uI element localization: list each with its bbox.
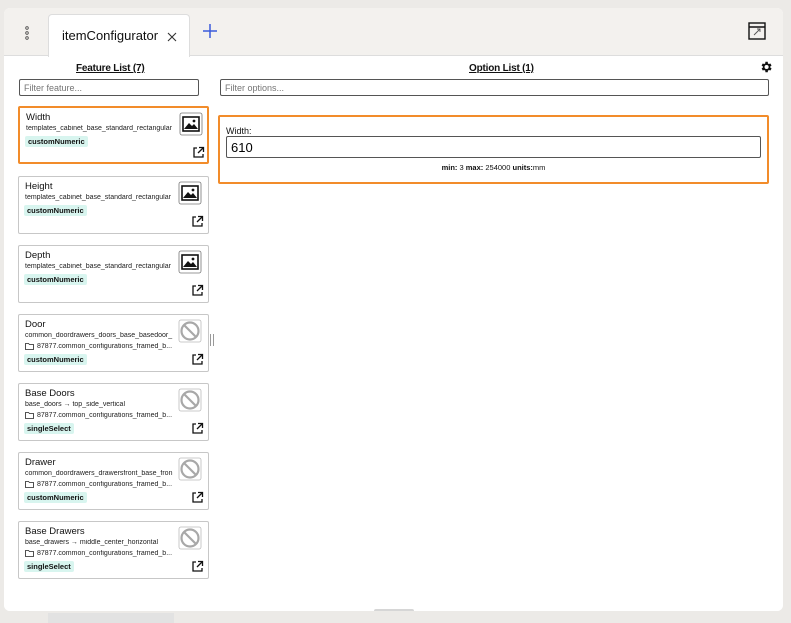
feature-card-base-doors[interactable]: Base Doors base_doors → top_side_vertica… [18,383,209,441]
panel-resize-handle[interactable] [210,334,214,346]
no-image-icon [178,526,202,550]
menu-button[interactable] [10,14,44,52]
image-icon [179,112,203,136]
tab-bar: itemConfigurator [4,8,783,62]
feature-path: common_doordrawers_drawersfront_base_fro… [25,470,173,477]
folder-icon [25,481,34,488]
app-window: itemConfigurator Feature List (7) Option… [4,8,783,611]
max-value: 254000 [485,163,511,172]
type-badge: singleSelect [24,561,74,572]
feature-source: 87877.common_configurations_framed_b... [25,343,175,350]
feature-name: Door [25,319,46,330]
no-image-icon [178,388,202,412]
type-badge: customNumeric [24,354,87,365]
add-tab-icon[interactable] [202,23,218,39]
open-external-icon[interactable] [191,560,204,573]
type-badge: singleSelect [24,423,74,434]
feature-card-door[interactable]: Door common_doordrawers_doors_base_based… [18,314,209,372]
feature-source: 87877.common_configurations_framed_b... [25,412,175,419]
option-constraints: min: 3 max: 254000 units:mm [220,163,767,172]
feature-source: 87877.common_configurations_framed_b... [25,550,175,557]
feature-path: templates_cabinet_base_standard_rectangu… [26,125,172,132]
max-label: max: [465,163,484,172]
window-layout-icon[interactable] [748,22,766,40]
width-value-input[interactable] [226,136,761,158]
units-label: units: [512,163,533,172]
folder-icon [25,412,34,419]
feature-source-path: 87877.common_configurations_framed_b... [37,412,173,419]
feature-source-path: 87877.common_configurations_framed_b... [37,550,173,557]
feature-name: Height [25,181,53,192]
open-external-icon[interactable] [191,491,204,504]
image-icon [178,181,202,205]
type-badge: customNumeric [25,136,88,147]
feature-source: 87877.common_configurations_framed_b... [25,481,175,488]
option-card-width: Width: min: 3 max: 254000 units:mm [218,115,769,184]
open-external-icon[interactable] [191,284,204,297]
feature-path: base_doors → top_side_vertical [25,401,126,408]
feature-name: Base Doors [25,388,75,399]
bottom-tab-segment [48,613,174,623]
feature-card-depth[interactable]: Depth templates_cabinet_base_standard_re… [18,245,209,303]
option-label: Width: [226,126,252,136]
min-label: min: [441,163,458,172]
feature-path: templates_cabinet_base_standard_rectangu… [25,263,171,270]
feature-name: Drawer [25,457,56,468]
feature-card-height[interactable]: Height templates_cabinet_base_standard_r… [18,176,209,234]
feature-path: templates_cabinet_base_standard_rectangu… [25,194,171,201]
feature-card-base-drawers[interactable]: Base Drawers base_drawers → middle_cente… [18,521,209,579]
open-external-icon[interactable] [191,353,204,366]
feature-path: base_drawers → middle_center_horizontal [25,539,159,546]
min-value: 3 [459,163,464,172]
kebab-menu-icon [25,26,29,40]
feature-source-path: 87877.common_configurations_framed_b... [37,343,173,350]
gear-icon[interactable] [759,60,773,74]
feature-card-drawer[interactable]: Drawer common_doordrawers_drawersfront_b… [18,452,209,510]
feature-name: Base Drawers [25,526,85,537]
folder-icon [25,343,34,350]
feature-source-path: 87877.common_configurations_framed_b... [37,481,173,488]
feature-name: Width [26,112,51,123]
type-badge: customNumeric [24,492,87,503]
open-external-icon[interactable] [191,215,204,228]
folder-icon [25,550,34,557]
open-external-icon[interactable] [192,146,205,159]
no-image-icon [178,319,202,343]
type-badge: customNumeric [24,274,87,285]
feature-filter-input[interactable] [19,79,199,96]
units-value: mm [532,163,546,172]
image-icon [178,250,202,274]
feature-card-width[interactable]: Width templates_cabinet_base_standard_re… [18,106,209,164]
configurator-content: Feature List (7) Option List (1) Width t… [4,57,783,611]
feature-name: Depth [25,250,51,261]
open-external-icon[interactable] [191,422,204,435]
tab-item-configurator[interactable]: itemConfigurator [48,14,190,62]
tab-title: itemConfigurator [62,28,159,43]
feature-list-heading: Feature List (7) [76,63,145,74]
option-list-heading: Option List (1) [469,63,534,74]
feature-path: common_doordrawers_doors_base_basedoor_ [25,332,173,339]
no-image-icon [178,457,202,481]
option-filter-input[interactable] [220,79,769,96]
close-icon[interactable] [167,32,177,42]
type-badge: customNumeric [24,205,87,216]
